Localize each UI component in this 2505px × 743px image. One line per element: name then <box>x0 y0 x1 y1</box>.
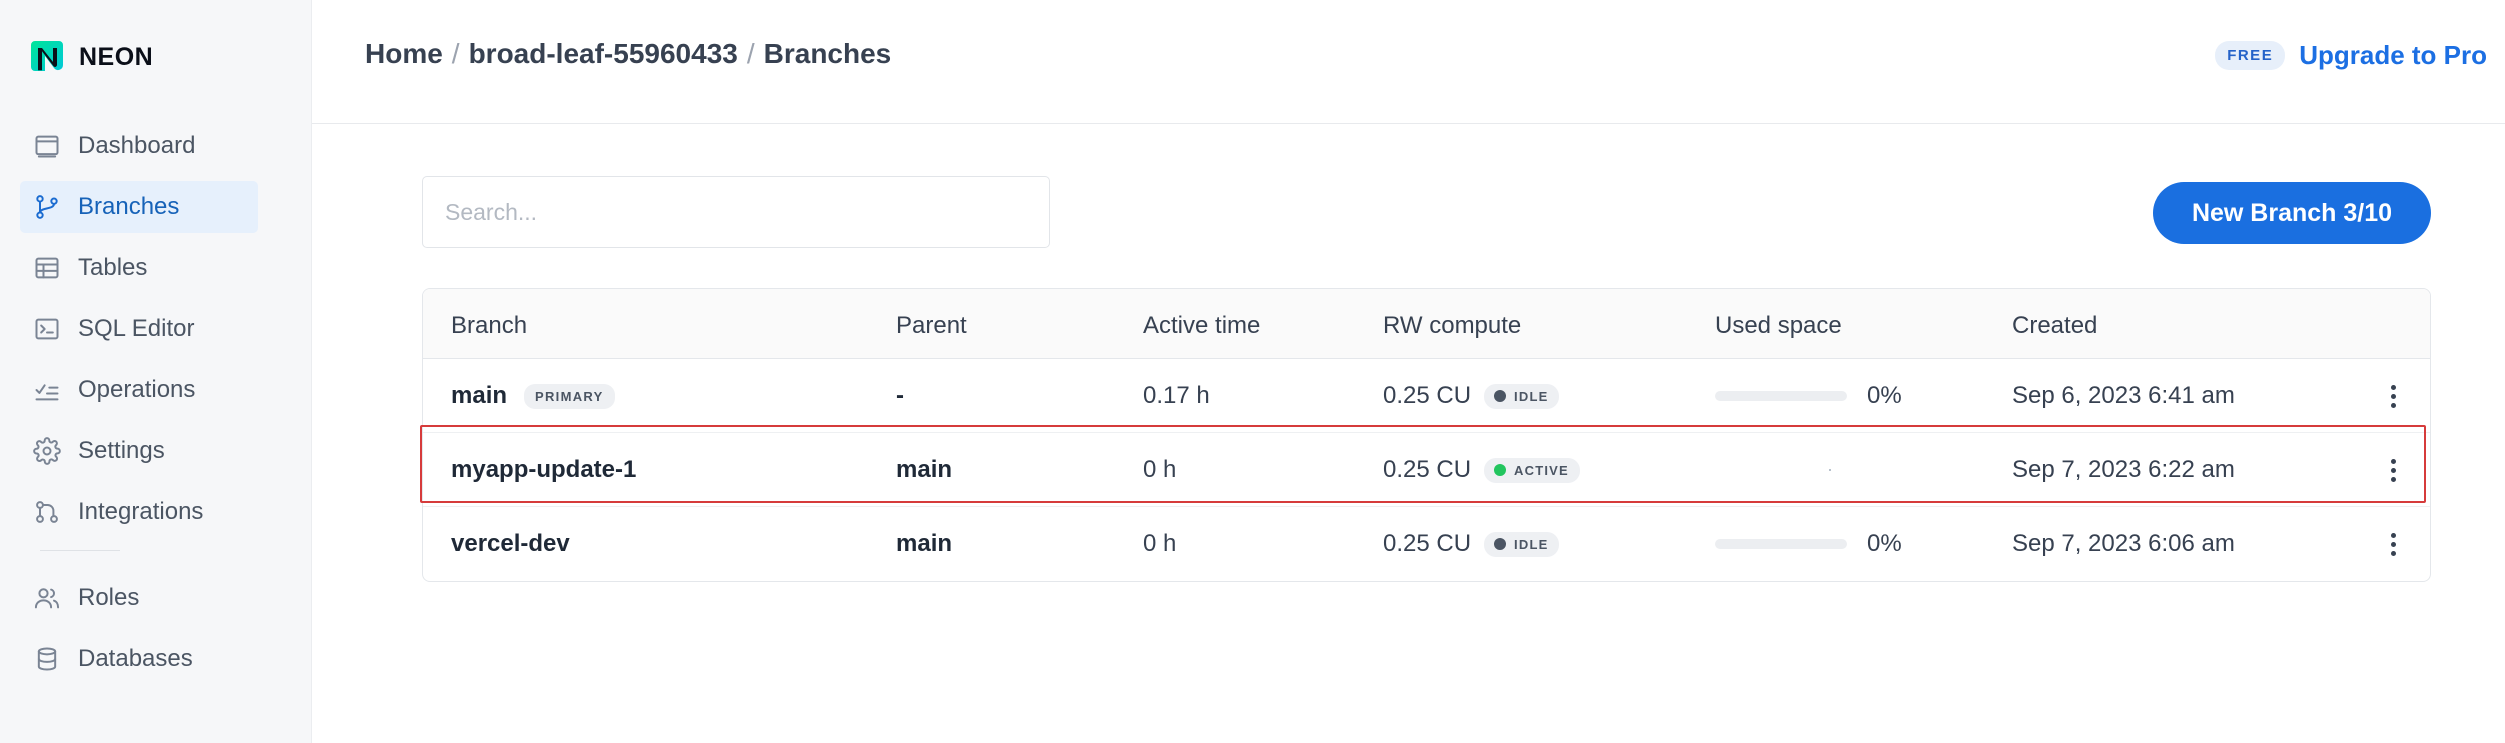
compute-value: 0.25 CU <box>1383 456 1472 483</box>
branch-name[interactable]: main <box>451 382 507 410</box>
sidebar-item-label: SQL Editor <box>78 315 195 342</box>
neon-logo-icon <box>31 41 63 71</box>
active-time-cell: 0 h <box>1143 530 1177 557</box>
branch-name[interactable]: vercel-dev <box>451 530 570 558</box>
table-icon <box>32 253 62 283</box>
branch-cell: myapp-update-1 <box>451 433 636 507</box>
table-row[interactable]: main PRIMARY - 0.17 h 0.25 CU IDLE 0% Se… <box>423 359 2430 433</box>
row-menu-icon[interactable] <box>2381 507 2405 581</box>
breadcrumb-separator: / <box>451 38 460 69</box>
table-row[interactable]: myapp-update-1 main 0 h 0.25 CU ACTIVE S… <box>423 433 2430 507</box>
upgrade-link[interactable]: Upgrade to Pro <box>2299 40 2487 71</box>
used-space-cell: 0% <box>1715 359 1902 433</box>
column-header-parent: Parent <box>896 312 967 339</box>
column-header-rw-compute: RW compute <box>1383 312 1522 339</box>
branches-table: Branch Parent Active time RW compute Use… <box>422 288 2431 582</box>
used-space-loading <box>1715 465 1847 475</box>
used-space-cell: 0% <box>1715 507 1902 581</box>
new-branch-button[interactable]: New Branch 3/10 <box>2153 182 2431 244</box>
table-row[interactable]: vercel-dev main 0 h 0.25 CU IDLE 0% Sep … <box>423 507 2430 581</box>
sidebar-item-label: Settings <box>78 437 165 464</box>
status-badge: ACTIVE <box>1484 457 1580 483</box>
column-header-active-time: Active time <box>1143 312 1261 339</box>
branch-cell: vercel-dev <box>451 507 570 581</box>
used-space-bar <box>1715 539 1847 549</box>
status-badge: IDLE <box>1484 531 1560 557</box>
loading-indicator <box>1829 469 1831 471</box>
parent-cell: main <box>896 530 953 557</box>
created-cell: Sep 6, 2023 6:41 am <box>2012 382 2235 409</box>
status-badge: IDLE <box>1484 383 1560 409</box>
sidebar-item-label: Integrations <box>78 498 204 525</box>
operations-icon <box>32 375 62 405</box>
compute-value: 0.25 CU <box>1383 530 1472 557</box>
parent-cell: main <box>896 456 953 483</box>
status-label: ACTIVE <box>1514 462 1569 478</box>
column-header-created: Created <box>2012 312 2098 339</box>
status-dot-icon <box>1494 464 1507 476</box>
database-icon <box>32 644 62 674</box>
used-space-cell <box>1715 433 1867 507</box>
active-time-cell: 0 h <box>1143 456 1177 483</box>
sidebar-item-operations[interactable]: Operations <box>20 364 258 416</box>
sidebar-item-sql-editor[interactable]: SQL Editor <box>20 303 258 355</box>
sidebar-nav: Dashboard Branches Tables SQL Editor Ope… <box>20 120 258 694</box>
table-header: Branch Parent Active time RW compute Use… <box>423 289 2430 359</box>
compute-cell: 0.25 CU IDLE <box>1383 507 1560 581</box>
sidebar-item-databases[interactable]: Databases <box>20 633 258 685</box>
status-dot-icon <box>1494 538 1507 550</box>
sidebar-item-tables[interactable]: Tables <box>20 242 258 294</box>
status-label: IDLE <box>1514 536 1549 552</box>
top-header: Home / broad-leaf-55960433 / Branches FR… <box>312 0 2505 124</box>
dashboard-icon <box>32 131 62 161</box>
integrations-icon <box>32 497 62 527</box>
sidebar-item-dashboard[interactable]: Dashboard <box>20 120 258 172</box>
sidebar-item-roles[interactable]: Roles <box>20 572 258 624</box>
sidebar-item-integrations[interactable]: Integrations <box>20 486 258 538</box>
sidebar-divider <box>40 550 120 551</box>
sidebar: NEON Dashboard Branches Tables SQL Edito… <box>0 0 312 743</box>
used-space-bar <box>1715 391 1847 401</box>
compute-value: 0.25 CU <box>1383 382 1472 409</box>
used-space-value: 0% <box>1867 382 1902 409</box>
breadcrumb-home[interactable]: Home <box>365 38 443 70</box>
row-menu-icon[interactable] <box>2381 359 2405 433</box>
used-space-value: 0% <box>1867 530 1902 557</box>
sql-editor-icon <box>32 314 62 344</box>
sidebar-item-label: Operations <box>78 376 196 403</box>
primary-badge: PRIMARY <box>524 383 615 409</box>
row-menu-icon[interactable] <box>2381 433 2405 507</box>
logo[interactable]: NEON <box>29 39 153 75</box>
logo-text: NEON <box>79 42 154 71</box>
created-cell: Sep 7, 2023 6:06 am <box>2012 530 2235 557</box>
compute-cell: 0.25 CU ACTIVE <box>1383 433 1580 507</box>
branch-name[interactable]: myapp-update-1 <box>451 456 636 484</box>
parent-cell: - <box>896 382 904 409</box>
breadcrumb: Home / broad-leaf-55960433 / Branches <box>365 38 891 70</box>
sidebar-item-label: Roles <box>78 584 140 611</box>
created-cell: Sep 7, 2023 6:22 am <box>2012 456 2235 483</box>
sidebar-item-branches[interactable]: Branches <box>20 181 258 233</box>
sidebar-item-label: Dashboard <box>78 132 196 159</box>
sidebar-item-label: Branches <box>78 193 180 220</box>
breadcrumb-current: Branches <box>763 38 892 69</box>
active-time-cell: 0.17 h <box>1143 382 1210 409</box>
users-icon <box>32 583 62 613</box>
sidebar-item-label: Tables <box>78 254 148 281</box>
breadcrumb-project[interactable]: broad-leaf-55960433 <box>469 38 738 70</box>
search-input[interactable] <box>422 176 1050 248</box>
compute-cell: 0.25 CU IDLE <box>1383 359 1560 433</box>
status-dot-icon <box>1494 390 1507 402</box>
breadcrumb-separator: / <box>746 38 755 69</box>
branch-icon <box>32 192 62 222</box>
sidebar-item-label: Databases <box>78 645 193 672</box>
gear-icon <box>32 436 62 466</box>
column-header-used-space: Used space <box>1715 312 1842 339</box>
plan-badge: FREE <box>2215 41 2286 70</box>
status-label: IDLE <box>1514 388 1549 404</box>
branch-cell: main PRIMARY <box>451 359 615 433</box>
plan-area: FREE Upgrade to Pro <box>2215 40 2487 71</box>
sidebar-item-settings[interactable]: Settings <box>20 425 258 477</box>
column-header-branch: Branch <box>451 312 528 339</box>
